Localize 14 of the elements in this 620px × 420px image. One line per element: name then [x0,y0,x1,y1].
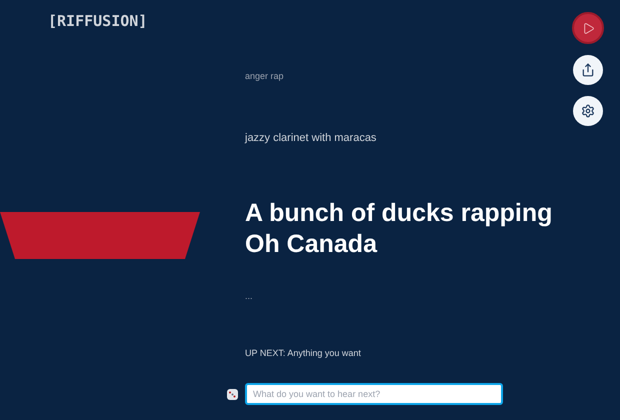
logo: [RIFFUSION] [48,11,148,32]
share-button[interactable] [573,55,603,85]
current-prompt: A bunch of ducks rapping Oh Canada [245,199,552,258]
dice-icon [226,388,239,400]
prompt-input[interactable]: What do you want to hear next? [245,383,503,405]
play-icon [582,22,594,34]
prompt-text: anger rap [245,71,284,81]
prompt-text: jazzy clarinet with maracas [245,132,376,144]
settings-icon [581,104,595,118]
settings-button[interactable] [573,96,603,126]
play-button[interactable] [572,12,604,44]
up-next-label: UP NEXT: Anything you want [245,347,361,360]
share-icon [581,63,595,77]
prompt-text: ... [245,291,253,301]
